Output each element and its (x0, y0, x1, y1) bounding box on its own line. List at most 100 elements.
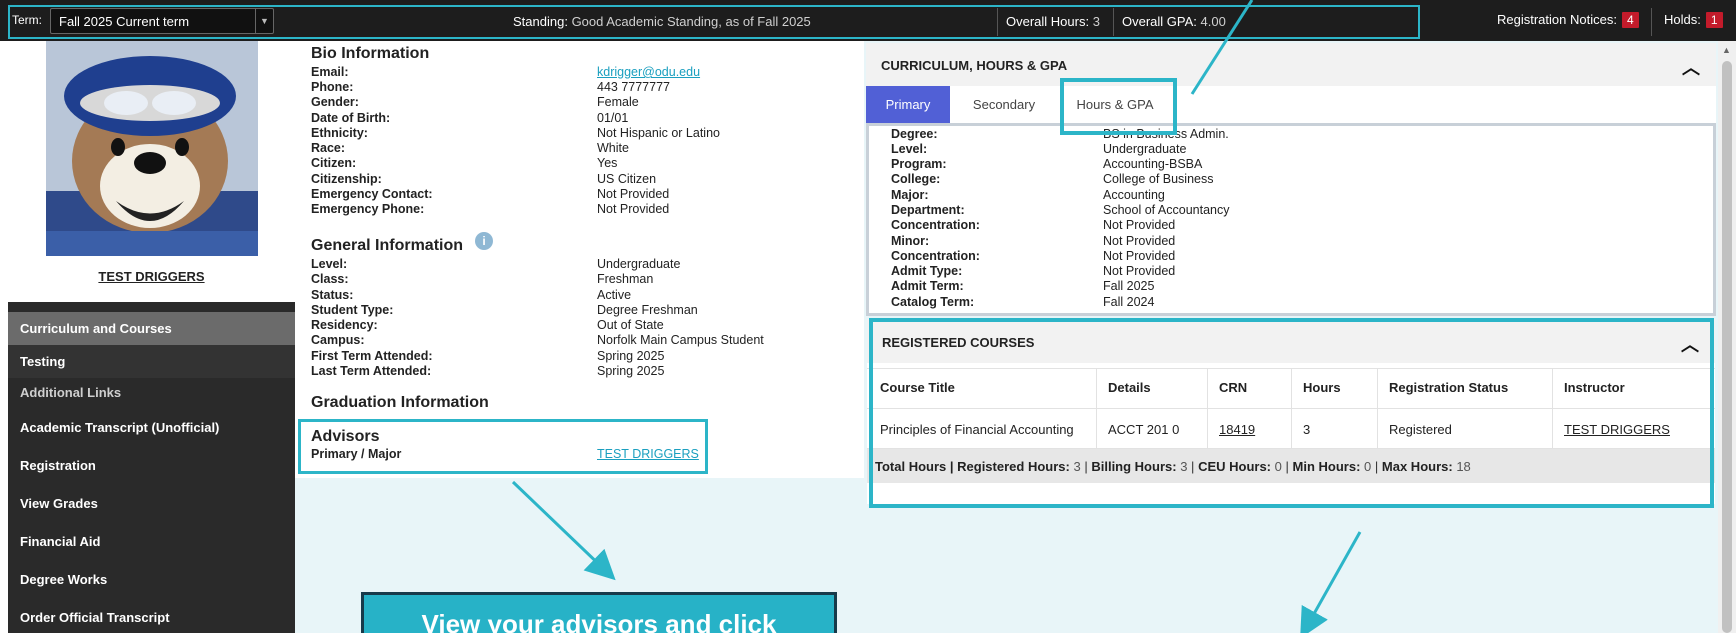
overall-gpa-label: Overall GPA: (1122, 14, 1197, 29)
bio-heading: Bio Information (311, 45, 430, 62)
registered-courses-outline (869, 318, 1714, 508)
sidebar-item-view-grades[interactable]: View Grades (8, 496, 295, 511)
residency-label: Residency: (311, 318, 378, 332)
college-label: College: (891, 172, 941, 186)
program-value: Accounting-BSBA (1103, 157, 1203, 171)
admit-type-label: Admit Type: (891, 264, 963, 278)
standing-value: Good Academic Standing, as of Fall 2025 (571, 14, 811, 29)
tutorial-callout: View your advisors and click (361, 592, 837, 633)
first-term-label: First Term Attended: (311, 349, 433, 363)
race-label: Race: (311, 141, 346, 155)
curriculum-panel-header[interactable]: CURRICULUM, HOURS & GPA ︿ (866, 43, 1716, 87)
major-label: Major: (891, 188, 929, 202)
last-term-label: Last Term Attended: (311, 364, 432, 378)
sidebar-item-additional-links: Additional Links (20, 385, 122, 400)
level-label: Level: (311, 257, 348, 271)
divider (1113, 8, 1114, 36)
sidebar-item-order-official-transcript[interactable]: Order Official Transcript (8, 610, 295, 625)
phone-value: 443 7777777 (597, 80, 670, 94)
concentration-value: Not Provided (1103, 218, 1176, 232)
admit-term-value: Fall 2025 (1103, 279, 1155, 293)
chevron-up-icon[interactable]: ︿ (1682, 54, 1700, 80)
last-term-value: Spring 2025 (597, 364, 665, 378)
graduation-heading: Graduation Information (311, 394, 489, 411)
advisor-role-label: Primary / Major (311, 447, 402, 461)
status-value: Active (597, 288, 632, 302)
class-label: Class: (311, 272, 349, 286)
hours-gpa-tab-outline (1060, 78, 1177, 135)
student-name-link[interactable]: TEST DRIGGERS (8, 269, 295, 284)
sidebar-item-curriculum-and-courses[interactable]: Curriculum and Courses (8, 312, 295, 345)
class-value: Freshman (597, 272, 654, 286)
citizen-label: Citizen: (311, 156, 357, 170)
emergency-contact-label: Emergency Contact: (311, 187, 433, 201)
academic-panels: CURRICULUM, HOURS & GPA ︿ Primary Second… (864, 41, 1718, 633)
sidebar-item-financial-aid[interactable]: Financial Aid (8, 534, 295, 549)
department-value: School of Accountancy (1103, 203, 1230, 217)
registration-notices[interactable]: Registration Notices: 4 (1497, 12, 1639, 28)
citizenship-value: US Citizen (597, 172, 657, 186)
curr-level-value: Undergraduate (1103, 142, 1187, 156)
concentration-2-value: Not Provided (1103, 249, 1176, 263)
campus-label: Campus: (311, 333, 365, 347)
standing-label: Standing: (513, 14, 568, 29)
divider (1651, 8, 1652, 36)
sidebar-item-degree-works[interactable]: Degree Works (8, 572, 295, 587)
degree-label: Degree: (891, 127, 938, 141)
tab-primary[interactable]: Primary (866, 86, 950, 123)
overall-gpa-value: 4.00 (1200, 14, 1226, 29)
student-type-value: Degree Freshman (597, 303, 698, 317)
advisor-name-link[interactable]: TEST DRIGGERS (597, 447, 699, 461)
holds-label: Holds: (1664, 12, 1701, 27)
profile-area: TEST DRIGGERS (8, 41, 295, 302)
sidebar-item-registration[interactable]: Registration (8, 458, 295, 473)
gender-value: Female (597, 95, 639, 109)
curriculum-panel-title: CURRICULUM, HOURS & GPA (881, 58, 1068, 73)
tab-secondary[interactable]: Secondary (950, 86, 1058, 123)
divider (997, 8, 998, 36)
overall-hours-info: Overall Hours: 3 (1006, 14, 1100, 29)
student-details: Bio Information Email: kdrigger@odu.edu … (295, 41, 864, 633)
scroll-up-icon[interactable]: ▲ (1722, 45, 1731, 55)
advisors-heading: Advisors (311, 428, 380, 445)
info-icon[interactable]: i (475, 232, 493, 250)
concentration-2-label: Concentration: (891, 249, 980, 263)
sidebar-item-academic-transcript[interactable]: Academic Transcript (Unofficial) (8, 420, 295, 435)
residency-value: Out of State (597, 318, 664, 332)
ethnicity-label: Ethnicity: (311, 126, 368, 140)
level-value: Undergraduate (597, 257, 681, 271)
scrollbar-thumb[interactable] (1722, 61, 1732, 633)
minor-label: Minor: (891, 234, 930, 248)
email-link[interactable]: kdrigger@odu.edu (597, 65, 700, 79)
details-panel: Bio Information Email: kdrigger@odu.edu … (295, 41, 864, 478)
holds[interactable]: Holds: 1 (1664, 12, 1723, 28)
email-label: Email: (311, 65, 349, 79)
phone-label: Phone: (311, 80, 354, 94)
overall-hours-label: Overall Hours: (1006, 14, 1090, 29)
department-label: Department: (891, 203, 965, 217)
notices-count-badge: 4 (1621, 12, 1639, 28)
status-label: Status: (311, 288, 354, 302)
race-value: White (597, 141, 629, 155)
catalog-term-label: Catalog Term: (891, 295, 975, 309)
sidebar-item-testing[interactable]: Testing (8, 345, 295, 378)
emergency-phone-value: Not Provided (597, 202, 670, 216)
emergency-contact-value: Not Provided (597, 187, 670, 201)
program-label: Program: (891, 157, 947, 171)
curriculum-details: Degree: BS in Business Admin. Level: Und… (866, 123, 1716, 316)
campus-value: Norfolk Main Campus Student (597, 333, 764, 347)
standing-info: Standing: Good Academic Standing, as of … (513, 14, 811, 29)
student-photo (46, 41, 258, 256)
admit-term-label: Admit Term: (891, 279, 964, 293)
gender-label: Gender: (311, 95, 359, 109)
ethnicity-value: Not Hispanic or Latino (597, 126, 720, 140)
page-scrollbar[interactable]: ▲ (1718, 41, 1736, 633)
citizen-value: Yes (597, 156, 618, 170)
emergency-phone-label: Emergency Phone: (311, 202, 425, 216)
general-heading: General Information (311, 237, 464, 254)
citizenship-label: Citizenship: (311, 172, 382, 186)
status-bar: Term: Fall 2025 Current term ▼ Standing:… (0, 0, 1736, 41)
holds-count-badge: 1 (1705, 12, 1723, 28)
curr-level-label: Level: (891, 142, 928, 156)
student-type-label: Student Type: (311, 303, 394, 317)
